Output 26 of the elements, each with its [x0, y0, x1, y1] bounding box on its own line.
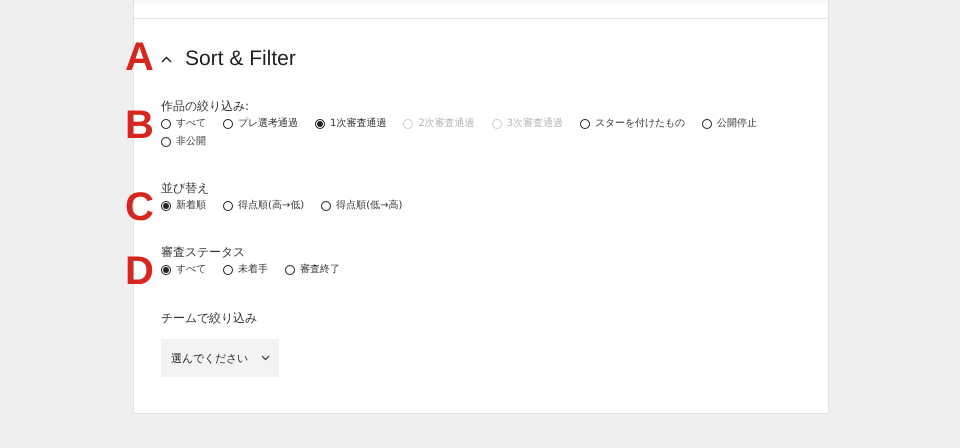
radio-option: 3次審査通過 — [492, 117, 564, 131]
radio-option[interactable]: プレ選考通過 — [223, 117, 298, 131]
radio-option: 2次審査通過 — [403, 117, 475, 131]
radio-option[interactable]: 未着手 — [223, 263, 268, 277]
radio-option[interactable]: 公開停止 — [702, 117, 758, 131]
caret-icon — [261, 355, 270, 361]
annotation-letter: B — [125, 105, 154, 145]
radio-option[interactable]: 1次審査通過 — [315, 117, 386, 131]
radio-option[interactable]: 新着順 — [161, 199, 206, 213]
radio-option[interactable]: スターを付けたもの — [580, 117, 686, 131]
radio-option[interactable]: すべて — [161, 263, 206, 277]
radio-option[interactable]: 審査終了 — [285, 263, 340, 277]
group-label: 審査ステータス — [161, 244, 245, 261]
annotation-letter: D — [125, 251, 154, 291]
section-title: Sort & Filter — [185, 47, 296, 71]
dropdown[interactable]: 選んでください — [161, 339, 279, 377]
radio-option[interactable]: 得点順(低→高) — [321, 199, 402, 213]
group-label: 作品の絞り込み: — [161, 98, 250, 115]
chevron-icon[interactable] — [161, 56, 172, 62]
annotation-letter: A — [125, 37, 154, 77]
annotation-letter: C — [125, 187, 154, 227]
radio-option[interactable]: すべて — [161, 117, 206, 131]
radio-option[interactable]: 非公開 — [161, 135, 206, 149]
group-label: チームで絞り込み — [161, 310, 257, 327]
radio-option[interactable]: 得点順(高→低) — [223, 199, 304, 213]
group-label: 並び替え — [161, 180, 209, 197]
